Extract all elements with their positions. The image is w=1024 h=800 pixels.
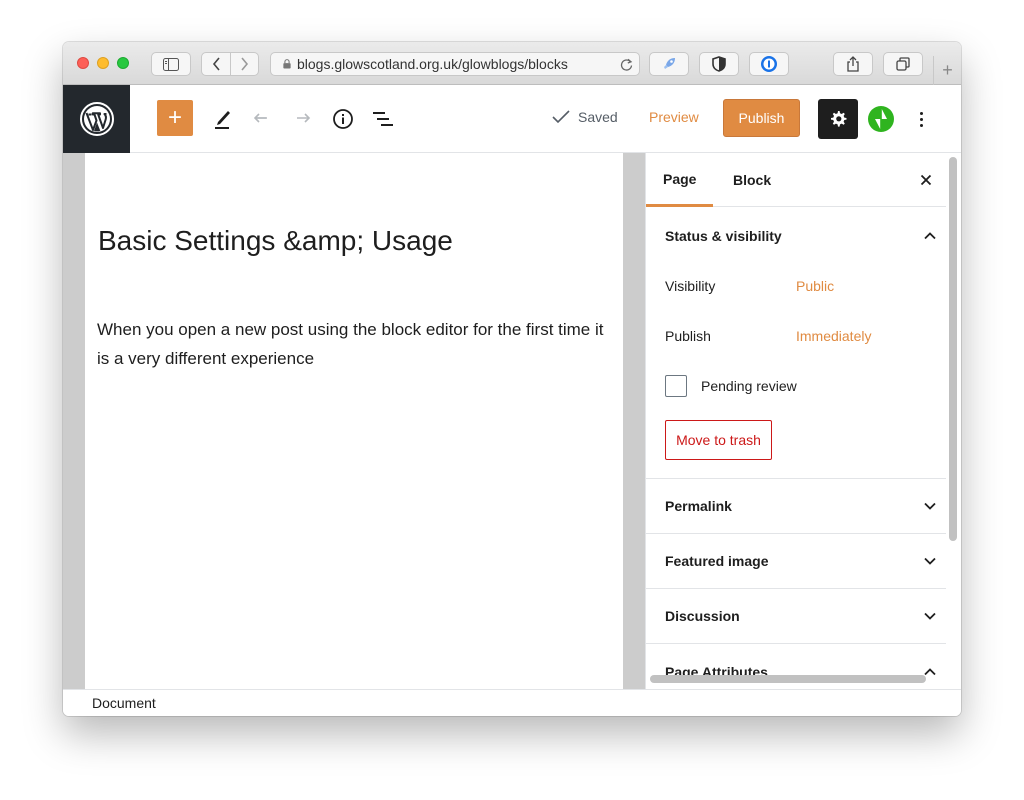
- list-outline-icon: [373, 112, 393, 126]
- jetpack-button[interactable]: [867, 105, 895, 133]
- panel-permalink-toggle[interactable]: Permalink: [646, 479, 946, 534]
- panel-discussion-title: Discussion: [665, 608, 740, 624]
- panel-status-visibility-toggle[interactable]: Status & visibility: [646, 208, 946, 263]
- rocket-icon: [664, 58, 675, 69]
- close-sidebar-button[interactable]: [914, 168, 938, 192]
- breadcrumb-document[interactable]: Document: [92, 695, 156, 711]
- password-manager-button[interactable]: [749, 52, 789, 76]
- forward-button[interactable]: [230, 53, 258, 75]
- url-text: blogs.glowscotland.org.uk/glowblogs/bloc…: [297, 56, 568, 72]
- panel-discussion-toggle[interactable]: Discussion: [646, 589, 946, 644]
- publish-date-link[interactable]: Immediately: [796, 328, 871, 344]
- new-tab-button[interactable]: +: [933, 56, 961, 85]
- redo-button[interactable]: [289, 107, 313, 131]
- tab-page[interactable]: Page: [646, 153, 714, 207]
- move-to-trash-button[interactable]: Move to trash: [665, 420, 772, 460]
- content-info-button[interactable]: [331, 107, 355, 131]
- shield-icon: [712, 56, 726, 72]
- share-button[interactable]: [833, 52, 873, 76]
- lock-icon: [283, 59, 291, 69]
- check-icon: [552, 110, 570, 124]
- block-breadcrumb: Document: [63, 689, 961, 716]
- sidebar-icon: [163, 57, 179, 71]
- tab-block-label: Block: [733, 172, 772, 188]
- tabs-overview-button[interactable]: [883, 52, 923, 76]
- privacy-extension-button[interactable]: [699, 52, 739, 76]
- editor-canvas-wrapper: Basic Settings &amp; Usage When you open…: [63, 153, 645, 689]
- saved-label: Saved: [578, 109, 618, 125]
- edit-mode-button[interactable]: [211, 105, 235, 131]
- pending-review-checkbox[interactable]: [665, 375, 687, 397]
- info-icon: [333, 109, 353, 129]
- browser-titlebar: blogs.glowscotland.org.uk/glowblogs/bloc…: [63, 42, 961, 85]
- address-bar[interactable]: blogs.glowscotland.org.uk/glowblogs/bloc…: [270, 52, 640, 76]
- tab-block[interactable]: Block: [715, 153, 789, 207]
- dot-icon: [919, 111, 923, 115]
- tabs-icon: [896, 57, 910, 71]
- settings-sidebar: Page Block Status & visibility Visibilit…: [645, 153, 961, 689]
- wordpress-logo-button[interactable]: [63, 85, 130, 153]
- chevron-right-icon: [241, 57, 249, 71]
- history-nav: [201, 52, 259, 76]
- reload-icon[interactable]: [613, 58, 639, 71]
- tab-page-label: Page: [663, 170, 697, 187]
- panel-status-visibility-title: Status & visibility: [665, 227, 782, 244]
- share-icon: [847, 56, 859, 72]
- close-window-button[interactable]: [77, 57, 89, 69]
- chevron-down-icon: [924, 502, 936, 510]
- close-icon: [920, 174, 932, 186]
- redo-icon: [297, 113, 311, 123]
- publish-label: Publish: [665, 328, 711, 344]
- undo-icon: [253, 113, 267, 123]
- add-block-button[interactable]: +: [157, 100, 193, 136]
- wordpress-icon: [79, 102, 114, 136]
- horizontal-scrollbar[interactable]: [650, 675, 926, 683]
- sidebar-tabs: Page Block: [646, 153, 946, 207]
- post-title[interactable]: Basic Settings &amp; Usage: [98, 221, 608, 261]
- block-navigation-button[interactable]: [371, 107, 395, 131]
- visibility-label: Visibility: [665, 278, 716, 294]
- extension-button[interactable]: [649, 52, 689, 76]
- undo-button[interactable]: [251, 107, 275, 131]
- panel-featured-image-toggle[interactable]: Featured image: [646, 534, 946, 589]
- editor-canvas: Basic Settings &amp; Usage When you open…: [85, 153, 623, 689]
- editor-header: + Saved Preview Publish: [63, 85, 961, 153]
- settings-button[interactable]: [818, 99, 858, 139]
- jetpack-icon: [868, 106, 894, 132]
- saved-status: Saved: [552, 109, 618, 125]
- panel-permalink-title: Permalink: [665, 498, 732, 514]
- plus-icon: +: [942, 60, 953, 80]
- more-options-button[interactable]: [911, 105, 931, 133]
- paragraph-block[interactable]: When you open a new post using the block…: [97, 315, 609, 373]
- chevron-down-icon: [924, 557, 936, 565]
- dot-icon: [919, 123, 923, 127]
- chevron-up-icon: [924, 231, 936, 239]
- gear-icon: [831, 111, 847, 127]
- publish-button[interactable]: Publish: [723, 99, 800, 137]
- pencil-icon: [215, 111, 230, 129]
- pending-review-label[interactable]: Pending review: [701, 378, 797, 394]
- password-manager-icon: [761, 56, 777, 72]
- visibility-value-link[interactable]: Public: [796, 278, 834, 294]
- browser-window: blogs.glowscotland.org.uk/glowblogs/bloc…: [63, 42, 961, 716]
- preview-button[interactable]: Preview: [649, 109, 699, 125]
- panel-featured-image-title: Featured image: [665, 553, 769, 569]
- back-button[interactable]: [202, 53, 230, 75]
- minimize-window-button[interactable]: [97, 57, 109, 69]
- vertical-scrollbar[interactable]: [949, 157, 957, 541]
- dot-icon: [919, 117, 923, 121]
- sidebar-toggle-button[interactable]: [151, 52, 191, 76]
- plus-icon: +: [167, 104, 182, 131]
- zoom-window-button[interactable]: [117, 57, 129, 69]
- chevron-left-icon: [212, 57, 220, 71]
- chevron-down-icon: [924, 612, 936, 620]
